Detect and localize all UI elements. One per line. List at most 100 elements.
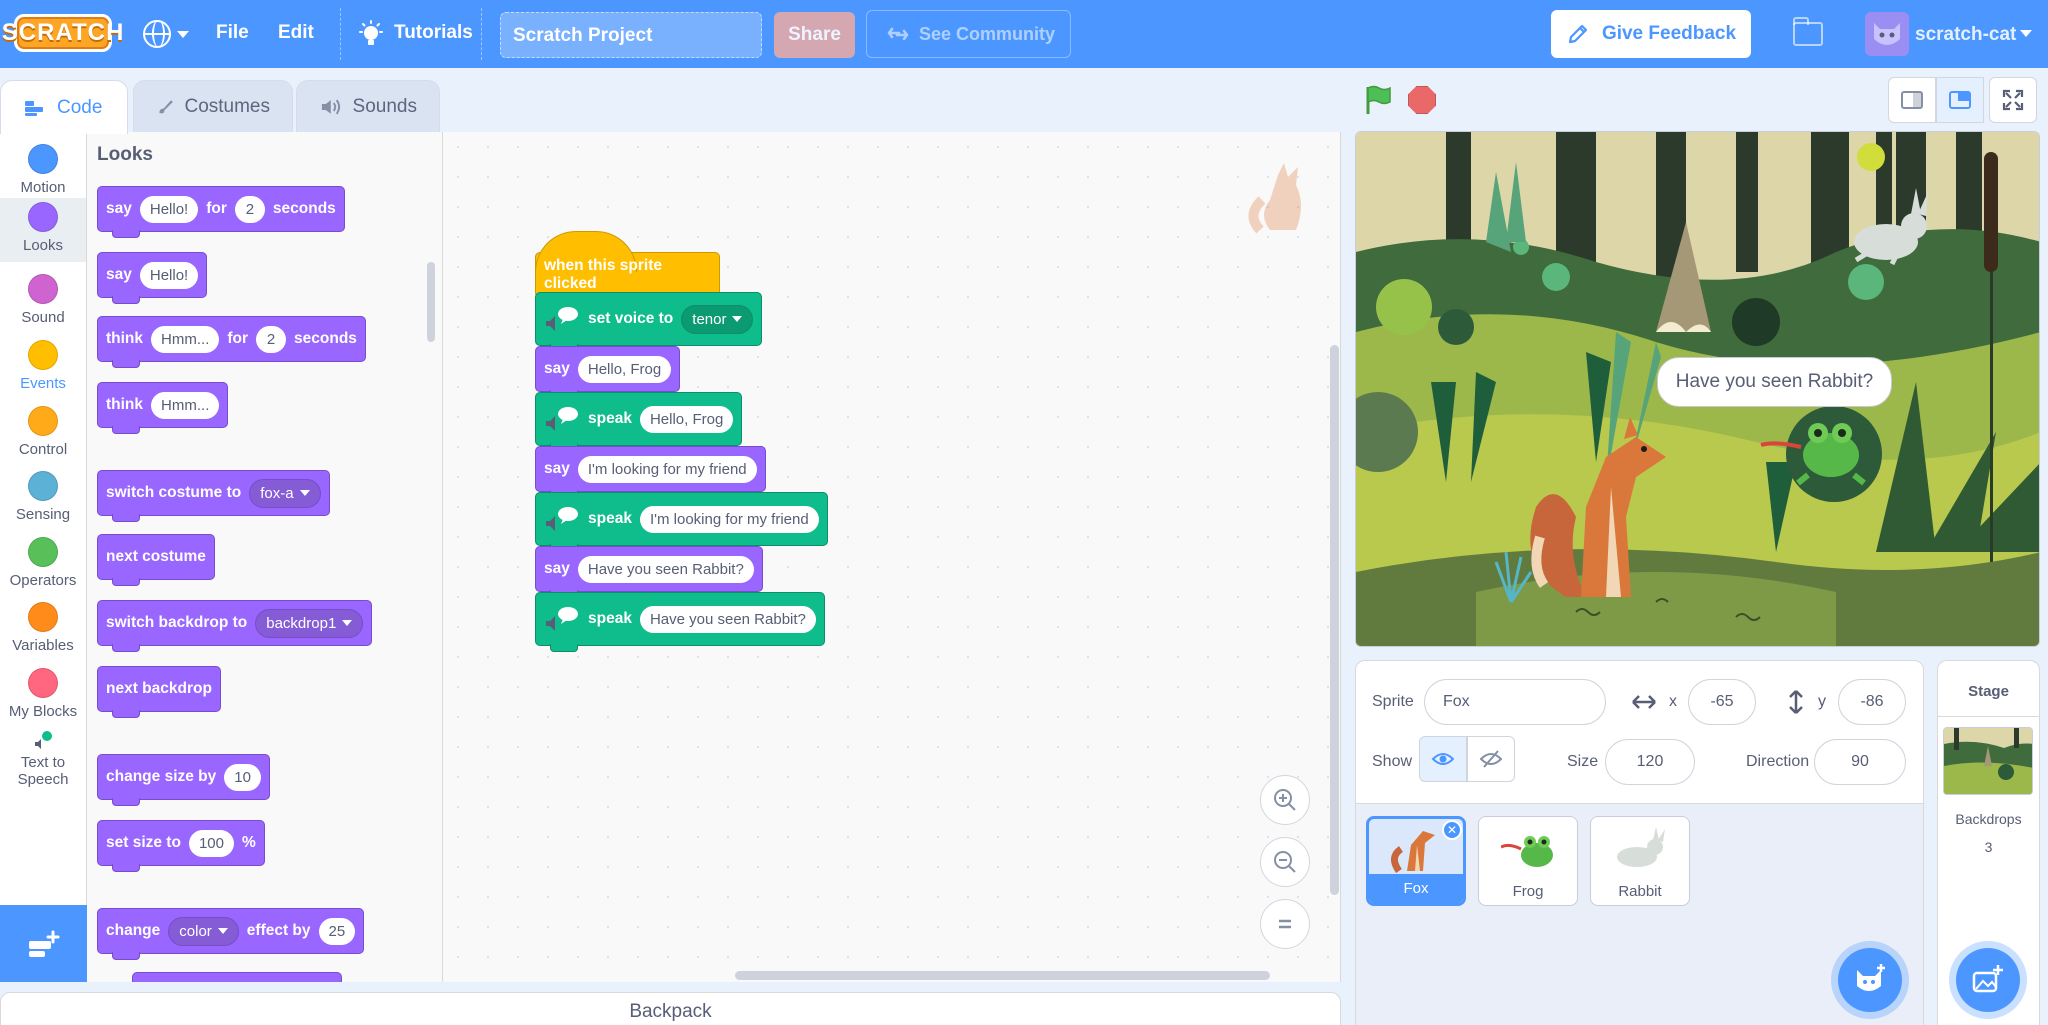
direction-input[interactable]: 90	[1814, 739, 1906, 785]
tab-code[interactable]: Code	[0, 80, 128, 134]
tutorials-menu[interactable]: Tutorials	[394, 22, 473, 44]
block-input[interactable]: Have you seen Rabbit?	[639, 605, 816, 633]
x-position-input[interactable]: -65	[1688, 679, 1756, 725]
show-sprite-button[interactable]	[1419, 736, 1467, 782]
zoom-reset-button[interactable]	[1260, 899, 1310, 949]
small-stage-button[interactable]	[1888, 77, 1936, 123]
workspace-horizontal-scrollbar[interactable]	[735, 971, 1270, 980]
block-next-costume[interactable]: next costume	[97, 534, 215, 586]
tab-costumes[interactable]: Costumes	[133, 80, 293, 132]
block-switch-backdrop[interactable]: switch backdrop to backdrop1	[97, 600, 373, 652]
block-switch-costume[interactable]: switch costume to fox-a	[97, 470, 330, 522]
workspace-vertical-scrollbar[interactable]	[1330, 345, 1339, 895]
y-position-input[interactable]: -86	[1838, 679, 1906, 725]
block-say[interactable]: say Have you seen Rabbit?	[535, 546, 763, 598]
zoom-out-button[interactable]	[1260, 837, 1310, 887]
folder-icon[interactable]	[1793, 17, 1823, 46]
category-control[interactable]: Control	[0, 402, 86, 466]
block-speak[interactable]: speak Have you seen Rabbit?	[535, 592, 825, 652]
block-input[interactable]: Hello, Frog	[639, 405, 734, 433]
block-say[interactable]: say I'm looking for my friend	[535, 446, 766, 498]
block-input[interactable]: 2	[256, 325, 287, 353]
choose-backdrop-button[interactable]	[1956, 948, 2020, 1012]
block-input[interactable]: 10	[224, 763, 261, 791]
block-input[interactable]: Hello, Frog	[577, 355, 672, 383]
block-input[interactable]: Hmm...	[151, 325, 220, 353]
block-input[interactable]: Hello!	[139, 195, 199, 223]
category-my-blocks[interactable]: My Blocks	[0, 664, 86, 728]
block-change-size[interactable]: change size by 10	[97, 754, 270, 806]
file-menu[interactable]: File	[216, 22, 249, 44]
share-button[interactable]: Share	[774, 12, 855, 58]
block-text: effect by	[246, 922, 311, 939]
edit-menu[interactable]: Edit	[278, 22, 314, 44]
effect-dropdown[interactable]: color	[168, 916, 239, 946]
divider	[1938, 716, 2039, 717]
block-set-voice[interactable]: set voice to tenor	[535, 292, 763, 352]
category-sound[interactable]: Sound	[0, 270, 86, 334]
palette-category-title: Looks	[97, 144, 153, 165]
chevron-down-icon[interactable]	[2020, 30, 2032, 37]
category-events[interactable]: Events	[0, 336, 86, 400]
block-input[interactable]: Hmm...	[151, 391, 220, 419]
block-input[interactable]: 25	[318, 917, 356, 945]
fullscreen-button[interactable]	[1989, 77, 2037, 123]
block-think-for-seconds[interactable]: think Hmm... for 2 seconds	[97, 316, 366, 368]
give-feedback-button[interactable]: Give Feedback	[1551, 10, 1751, 58]
category-looks[interactable]: Looks	[0, 198, 86, 262]
script-workspace[interactable]: when this sprite clicked set voice to te…	[443, 132, 1341, 982]
block-input[interactable]: Hello!	[139, 261, 199, 289]
category-text-to-speech[interactable]: Text to Speech	[0, 730, 86, 810]
normal-stage-button[interactable]	[1936, 77, 1984, 123]
sprite-tile-frog[interactable]: Frog	[1478, 816, 1578, 906]
tab-sounds[interactable]: Sounds	[296, 80, 440, 132]
eye-slash-icon	[1480, 750, 1502, 768]
category-motion[interactable]: Motion	[0, 140, 86, 204]
username[interactable]: scratch-cat	[1915, 24, 2016, 46]
avatar[interactable]	[1865, 12, 1909, 56]
palette-scrollbar[interactable]	[427, 262, 435, 342]
block-input[interactable]: I'm looking for my friend	[639, 505, 819, 533]
sprite-name-label: Sprite	[1372, 693, 1414, 710]
category-label: Text to Speech	[17, 754, 69, 788]
add-extension-button[interactable]	[0, 905, 87, 982]
delete-sprite-icon[interactable]: ✕	[1442, 820, 1462, 840]
category-sensing[interactable]: Sensing	[0, 467, 86, 531]
block-input[interactable]: 100	[188, 829, 234, 857]
block-input[interactable]: I'm looking for my friend	[577, 455, 757, 483]
block-input[interactable]: 2	[234, 195, 265, 223]
block-set-size[interactable]: set size to 100 %	[97, 820, 265, 872]
backpack[interactable]: Backpack	[0, 992, 1341, 1025]
scratch-logo[interactable]: SCRATCH	[2, 14, 123, 52]
hide-sprite-button[interactable]	[1467, 736, 1515, 782]
sprite-name-input[interactable]: Fox	[1424, 679, 1606, 725]
category-variables[interactable]: Variables	[0, 598, 86, 662]
block-change-effect[interactable]: change color effect by 25	[97, 908, 365, 960]
category-operators[interactable]: Operators	[0, 533, 86, 597]
block-think[interactable]: think Hmm...	[97, 382, 229, 434]
block-partial[interactable]	[132, 972, 342, 982]
backdrop-dropdown[interactable]: backdrop1	[255, 608, 364, 638]
choose-sprite-button[interactable]	[1838, 948, 1902, 1012]
stop-icon[interactable]	[1408, 86, 1436, 114]
project-title-input[interactable]: Scratch Project	[500, 12, 762, 58]
block-say-for-seconds[interactable]: say Hello! for 2 seconds	[97, 186, 345, 238]
language-menu[interactable]	[143, 18, 195, 50]
see-community-button[interactable]: See Community	[866, 10, 1071, 58]
block-input[interactable]: Have you seen Rabbit?	[577, 555, 754, 583]
block-speak[interactable]: speak I'm looking for my friend	[535, 492, 828, 552]
size-input[interactable]: 120	[1605, 739, 1695, 785]
block-say[interactable]: say Hello, Frog	[535, 346, 681, 398]
block-say[interactable]: say Hello!	[97, 252, 208, 304]
dropdown-value: backdrop1	[266, 614, 337, 632]
zoom-out-icon	[1274, 851, 1296, 873]
block-speak[interactable]: speak Hello, Frog	[535, 392, 743, 452]
block-text: for	[227, 330, 249, 347]
green-flag-icon[interactable]	[1362, 84, 1394, 116]
costume-dropdown[interactable]: fox-a	[249, 478, 321, 508]
voice-dropdown[interactable]: tenor	[681, 304, 754, 334]
block-next-backdrop[interactable]: next backdrop	[97, 666, 221, 718]
zoom-in-button[interactable]	[1260, 775, 1310, 825]
sprite-tile-rabbit[interactable]: Rabbit	[1590, 816, 1690, 906]
backdrop-thumbnail[interactable]	[1943, 727, 2033, 795]
